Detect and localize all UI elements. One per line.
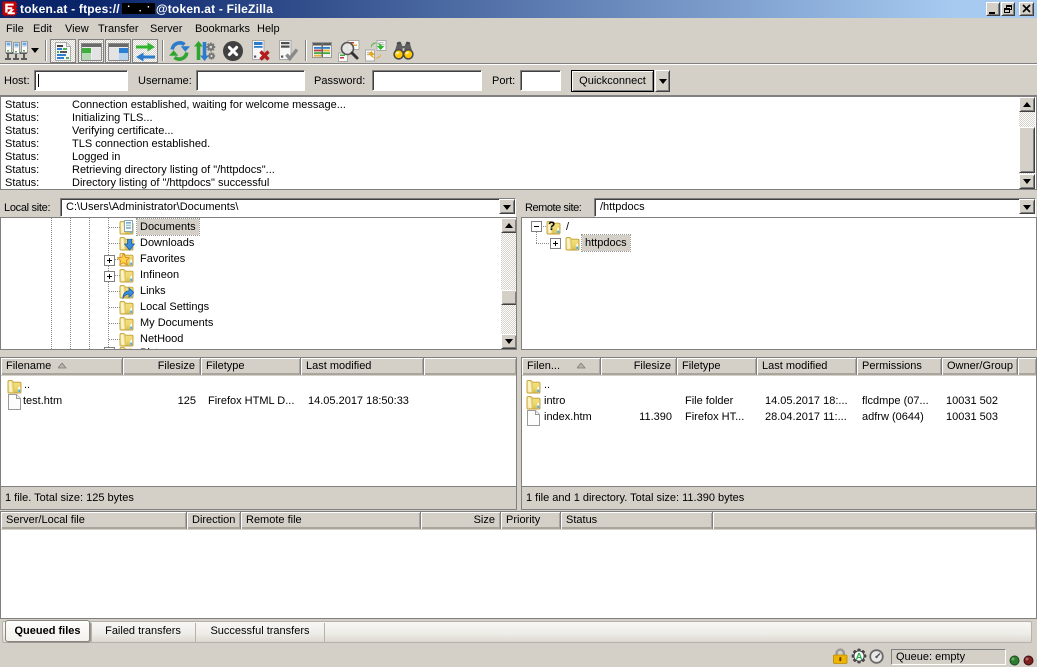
svg-text:A: A <box>856 651 863 662</box>
